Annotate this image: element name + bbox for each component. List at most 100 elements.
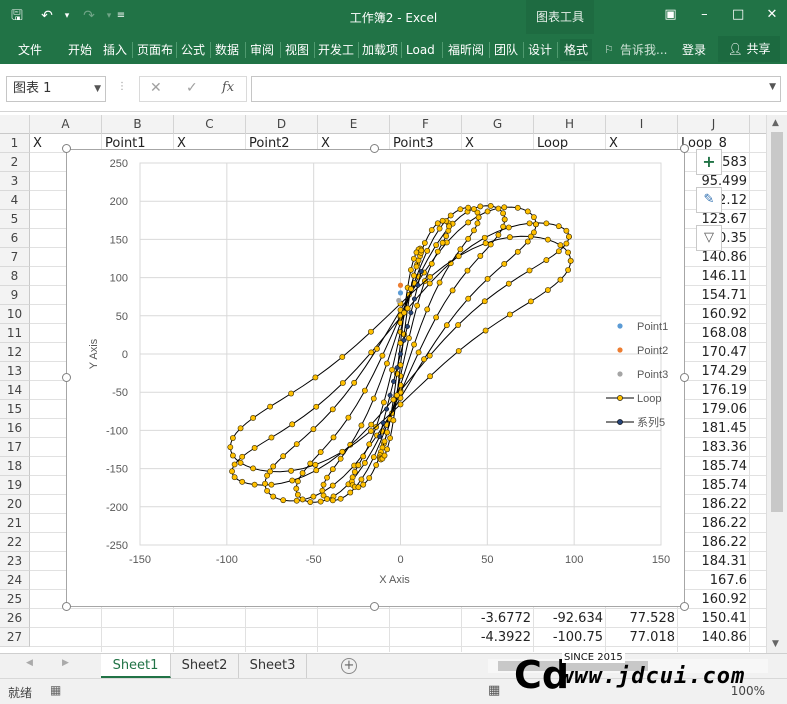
sheet-tab-sheet2[interactable]: Sheet2: [171, 654, 239, 678]
select-all-corner[interactable]: [0, 115, 30, 134]
data-cell[interactable]: -92.634: [537, 609, 603, 628]
data-cell[interactable]: -4.3922: [465, 628, 531, 647]
row-header-24[interactable]: 24: [0, 571, 30, 590]
resize-handle-e[interactable]: [680, 373, 689, 382]
resize-handle-s[interactable]: [370, 602, 379, 611]
chart-elements-icon[interactable]: +: [696, 149, 722, 175]
tell-me-input[interactable]: 告诉我...: [620, 39, 667, 61]
drag-handle-icon[interactable]: ⋮: [117, 81, 127, 92]
tab-data[interactable]: 数据: [215, 39, 239, 61]
row-header-16[interactable]: 16: [0, 419, 30, 438]
tab-insert[interactable]: 插入: [103, 39, 127, 61]
data-cell[interactable]: 140.86: [681, 628, 748, 647]
data-cell[interactable]: 167.6: [681, 571, 747, 590]
column-header-g[interactable]: G: [462, 115, 534, 134]
normal-view-icon[interactable]: ▦: [488, 683, 500, 698]
row-header-2[interactable]: 2: [0, 153, 30, 172]
macro-record-icon[interactable]: ▦: [50, 683, 61, 697]
row-header-3[interactable]: 3: [0, 172, 30, 191]
tab-developer[interactable]: 开发工: [318, 39, 354, 61]
resize-handle-ne[interactable]: [680, 144, 689, 153]
ribbon-display-icon[interactable]: ▣: [656, 0, 686, 34]
next-sheet-icon[interactable]: ▶: [62, 658, 69, 668]
vertical-scrollbar[interactable]: ▲ ▼: [766, 115, 787, 653]
row-header-1[interactable]: 1: [0, 134, 30, 153]
tab-view[interactable]: 视图: [285, 39, 309, 61]
scroll-thumb[interactable]: [771, 132, 783, 512]
tab-load[interactable]: Load: [406, 39, 435, 61]
share-button[interactable]: 👤︎ 共享: [718, 36, 780, 62]
name-box[interactable]: 图表 1 ▼: [6, 76, 106, 102]
data-cell[interactable]: 176.19: [681, 381, 748, 400]
data-cell[interactable]: 183.36: [681, 438, 748, 457]
row-header-25[interactable]: 25: [0, 590, 30, 609]
data-cell[interactable]: 179.06: [681, 400, 748, 419]
maximize-icon[interactable]: □: [723, 0, 753, 34]
resize-handle-w[interactable]: [62, 373, 71, 382]
row-header-15[interactable]: 15: [0, 400, 30, 419]
data-cell[interactable]: 168.08: [681, 324, 748, 343]
chart-object[interactable]: -150 -100 -50 0 50 100 150 -250 -200 -150 -100 -50 0…: [66, 149, 685, 607]
data-cell[interactable]: 154.71: [681, 286, 748, 305]
data-cell[interactable]: 185.74: [681, 476, 748, 495]
tab-design[interactable]: 设计: [528, 39, 552, 61]
row-header-23[interactable]: 23: [0, 552, 30, 571]
data-cell[interactable]: 181.45: [681, 419, 748, 438]
row-header-10[interactable]: 10: [0, 305, 30, 324]
data-cell[interactable]: 170.47: [681, 343, 748, 362]
sheet-tab-sheet1[interactable]: Sheet1: [101, 654, 171, 678]
chart-filters-icon[interactable]: ▽: [696, 225, 722, 251]
row-header-20[interactable]: 20: [0, 495, 30, 514]
row-header-21[interactable]: 21: [0, 514, 30, 533]
sheet-tab-sheet3[interactable]: Sheet3: [239, 654, 307, 678]
row-header-27[interactable]: 27: [0, 628, 30, 647]
minimize-icon[interactable]: –: [689, 0, 719, 34]
data-cell[interactable]: 174.29: [681, 362, 748, 381]
row-header-19[interactable]: 19: [0, 476, 30, 495]
row-header-12[interactable]: 12: [0, 343, 30, 362]
resize-handle-se[interactable]: [680, 602, 689, 611]
tab-file[interactable]: 文件: [18, 39, 42, 61]
data-cell[interactable]: -100.75: [537, 628, 603, 647]
row-header-6[interactable]: 6: [0, 229, 30, 248]
tab-review[interactable]: 审阅: [250, 39, 274, 61]
row-header-9[interactable]: 9: [0, 286, 30, 305]
tab-format[interactable]: 格式: [560, 39, 593, 61]
data-cell[interactable]: 77.528: [609, 609, 676, 628]
chevron-down-icon[interactable]: ▼: [94, 77, 101, 101]
row-header-14[interactable]: 14: [0, 381, 30, 400]
tab-team[interactable]: 团队: [494, 39, 518, 61]
tab-addins[interactable]: 加载项: [362, 39, 398, 61]
scroll-down-icon[interactable]: ▼: [772, 639, 779, 649]
scroll-up-icon[interactable]: ▲: [772, 118, 779, 128]
column-header-a[interactable]: A: [30, 115, 102, 134]
row-header-5[interactable]: 5: [0, 210, 30, 229]
resize-handle-nw[interactable]: [62, 144, 71, 153]
data-cell[interactable]: 186.22: [681, 533, 748, 552]
data-cell[interactable]: 185.74: [681, 457, 748, 476]
column-header-h[interactable]: H: [534, 115, 606, 134]
row-header-8[interactable]: 8: [0, 267, 30, 286]
column-header-e[interactable]: E: [318, 115, 390, 134]
add-sheet-button[interactable]: +: [341, 658, 357, 674]
data-cell[interactable]: 186.22: [681, 495, 748, 514]
data-cell[interactable]: 77.018: [609, 628, 676, 647]
row-header-11[interactable]: 11: [0, 324, 30, 343]
data-cell[interactable]: 146.11: [681, 267, 748, 286]
row-header-22[interactable]: 22: [0, 533, 30, 552]
chart-styles-icon[interactable]: ✎: [696, 187, 722, 213]
close-icon[interactable]: ✕: [757, 0, 787, 34]
column-header-b[interactable]: B: [102, 115, 174, 134]
row-header-18[interactable]: 18: [0, 457, 30, 476]
column-header-c[interactable]: C: [174, 115, 246, 134]
data-cell[interactable]: 184.31: [681, 552, 748, 571]
column-header-i[interactable]: I: [606, 115, 678, 134]
tab-formulas[interactable]: 公式: [181, 39, 205, 61]
data-cell[interactable]: 160.92: [681, 590, 748, 609]
resize-handle-sw[interactable]: [62, 602, 71, 611]
tab-foxit[interactable]: 福昕阅: [448, 39, 484, 61]
tab-home[interactable]: 开始: [68, 39, 92, 61]
insert-function-icon[interactable]: fx: [222, 80, 234, 95]
tab-page-layout[interactable]: 页面布: [137, 39, 173, 61]
prev-sheet-icon[interactable]: ◀: [26, 658, 33, 668]
